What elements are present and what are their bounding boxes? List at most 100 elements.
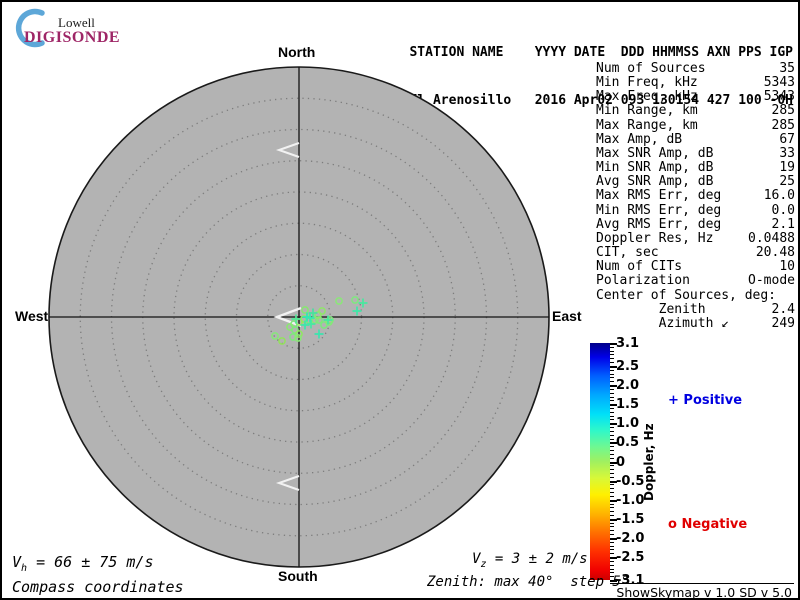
colorbar-tick xyxy=(610,358,614,359)
stat-label: Azimuth ↙ xyxy=(596,315,730,331)
stat-label: Avg SNR Amp, dB xyxy=(596,174,714,190)
colorbar-tick xyxy=(610,473,614,474)
stat-label: Doppler Res, Hz xyxy=(596,230,714,246)
colorbar-tick xyxy=(610,347,614,348)
colorbar-tick-label: 3.1 xyxy=(616,336,640,351)
colorbar-tick xyxy=(610,427,614,428)
colorbar-tick xyxy=(610,526,614,527)
stat-value: 20.48 xyxy=(755,245,795,261)
stat-label: CIT, sec xyxy=(596,245,659,261)
colorbar-tick xyxy=(610,362,614,363)
stat-row: Min RMS Err, deg 0.0 xyxy=(596,202,795,218)
stat-row: Num of Sources 35 xyxy=(596,61,795,76)
stat-value: 249 xyxy=(771,315,795,331)
colorbar-tick-label: 2.5 xyxy=(616,359,640,374)
plus-marker-icon: + xyxy=(668,393,679,408)
stat-label: Min RMS Err, deg xyxy=(596,202,722,218)
stat-value: 0.0 xyxy=(771,202,795,218)
stat-value: 19 xyxy=(779,160,795,176)
colorbar-tick xyxy=(610,454,614,455)
horizontal-velocity-value: Vh = 66 ± 75 m/s xyxy=(12,553,154,574)
stat-value: 2.4 xyxy=(771,301,795,317)
stat-value: 35 xyxy=(779,61,795,76)
stat-value: O-mode xyxy=(748,273,795,289)
stat-row: Max RMS Err, deg 16.0 xyxy=(596,189,795,203)
colorbar-tick xyxy=(610,572,614,573)
colorbar-tick xyxy=(610,389,614,390)
colorbar-tick xyxy=(610,450,614,451)
stat-value: 285 xyxy=(771,117,795,133)
colorbar-tick xyxy=(610,549,614,550)
colorbar-tick xyxy=(610,416,614,417)
stat-row: Max Range, km 285 xyxy=(596,117,795,133)
colorbar-tick xyxy=(610,412,614,413)
coordinates-note: Compass coordinates xyxy=(12,578,184,596)
colorbar-tick-label: 2.0 xyxy=(616,378,640,393)
legend-positive-label: Positive xyxy=(678,393,743,408)
measurement-stats-panel: Num of Sources 35 Min Freq, kHz 5343 Max Fre… xyxy=(596,61,795,331)
colorbar-tick xyxy=(610,569,614,570)
colorbar-tick xyxy=(610,439,614,440)
colorbar-tick xyxy=(610,504,614,505)
colorbar-tick xyxy=(610,374,614,375)
stat-row: Min Freq, kHz 5343 xyxy=(596,76,795,90)
showskymap-window: Lowell DIGISONDE STATION NAME YYYY DATE … xyxy=(0,0,800,600)
stat-value: 67 xyxy=(779,131,795,147)
colorbar-tick xyxy=(610,446,614,447)
stat-value: 25 xyxy=(779,174,795,190)
colorbar-tick xyxy=(610,435,614,436)
vertical-velocity-value: Vz = 3 ± 2 m/s xyxy=(472,551,588,570)
stat-value: 0.0488 xyxy=(748,230,795,246)
colorbar-tick xyxy=(610,458,614,459)
stat-row: Azimuth ↙ 249 xyxy=(596,315,795,331)
colorbar-tick xyxy=(610,546,614,547)
colorbar-tick xyxy=(610,565,614,566)
stat-label: Min Range, km xyxy=(596,103,698,119)
colorbar-tick xyxy=(610,408,614,409)
stat-row: Center of Sources, deg: xyxy=(596,287,795,303)
colorbar-tick xyxy=(610,492,614,493)
stat-value: 16.0 xyxy=(763,188,795,204)
colorbar-tick xyxy=(610,419,614,420)
compass-label-east: East xyxy=(552,308,582,324)
legend-positive: + Positive xyxy=(668,393,742,408)
colorbar-tick xyxy=(610,377,614,378)
stat-label: Max Freq, kHz xyxy=(596,89,698,105)
legend-negative-label: Negative xyxy=(676,517,748,532)
stat-value: 5343 xyxy=(763,89,795,105)
compass-label-west: West xyxy=(15,308,49,324)
colorbar-tick xyxy=(610,381,614,382)
stat-row: Max Freq, kHz 5343 xyxy=(596,90,795,104)
colorbar-tick-label: -2.5 xyxy=(616,550,645,565)
stat-row: Doppler Res, Hz 0.0488 xyxy=(596,230,795,246)
stat-row: Min Range, km 285 xyxy=(596,104,795,118)
stat-value: 285 xyxy=(771,103,795,119)
stat-row: Max Amp, dB 67 xyxy=(596,131,795,147)
zenith-scale-note: Zenith: max 40° step 5° xyxy=(427,574,630,590)
stat-label: Max Range, km xyxy=(596,117,698,133)
doppler-colorbar: 3.1 2.5 2.0 1.5 1.0 0.5 0 -0.5 -1.0 -1.5 -2.0 -2.5-… xyxy=(590,336,650,588)
colorbar-tick xyxy=(610,484,614,485)
colorbar-tick-label: -2.0 xyxy=(616,531,645,546)
stat-row: Avg RMS Err, deg 2.1 xyxy=(596,217,795,232)
colorbar-tick xyxy=(610,553,614,554)
colorbar-tick-label: 1.5 xyxy=(616,397,640,412)
stat-row: Max SNR Amp, dB 33 xyxy=(596,146,795,161)
colorbar-tick xyxy=(610,477,614,478)
colorbar-gradient xyxy=(590,343,610,580)
compass-label-north: North xyxy=(278,44,316,60)
stat-row: Num of CITs 10 xyxy=(596,260,795,274)
colorbar-tick xyxy=(610,515,614,516)
stat-label: Center of Sources, deg: xyxy=(596,287,777,303)
colorbar-tick xyxy=(610,507,614,508)
colorbar-tick xyxy=(610,370,614,371)
colorbar-tick xyxy=(610,393,614,394)
stat-row: Zenith 2.4 xyxy=(596,301,795,317)
colorbar-tick xyxy=(610,488,614,489)
stat-label: Min Freq, kHz xyxy=(596,75,698,91)
stat-value: 5343 xyxy=(763,75,795,91)
stat-label: Max Amp, dB xyxy=(596,131,683,147)
colorbar-tick xyxy=(610,469,614,470)
colorbar-tick xyxy=(610,400,614,401)
colorbar-tick xyxy=(610,351,614,352)
